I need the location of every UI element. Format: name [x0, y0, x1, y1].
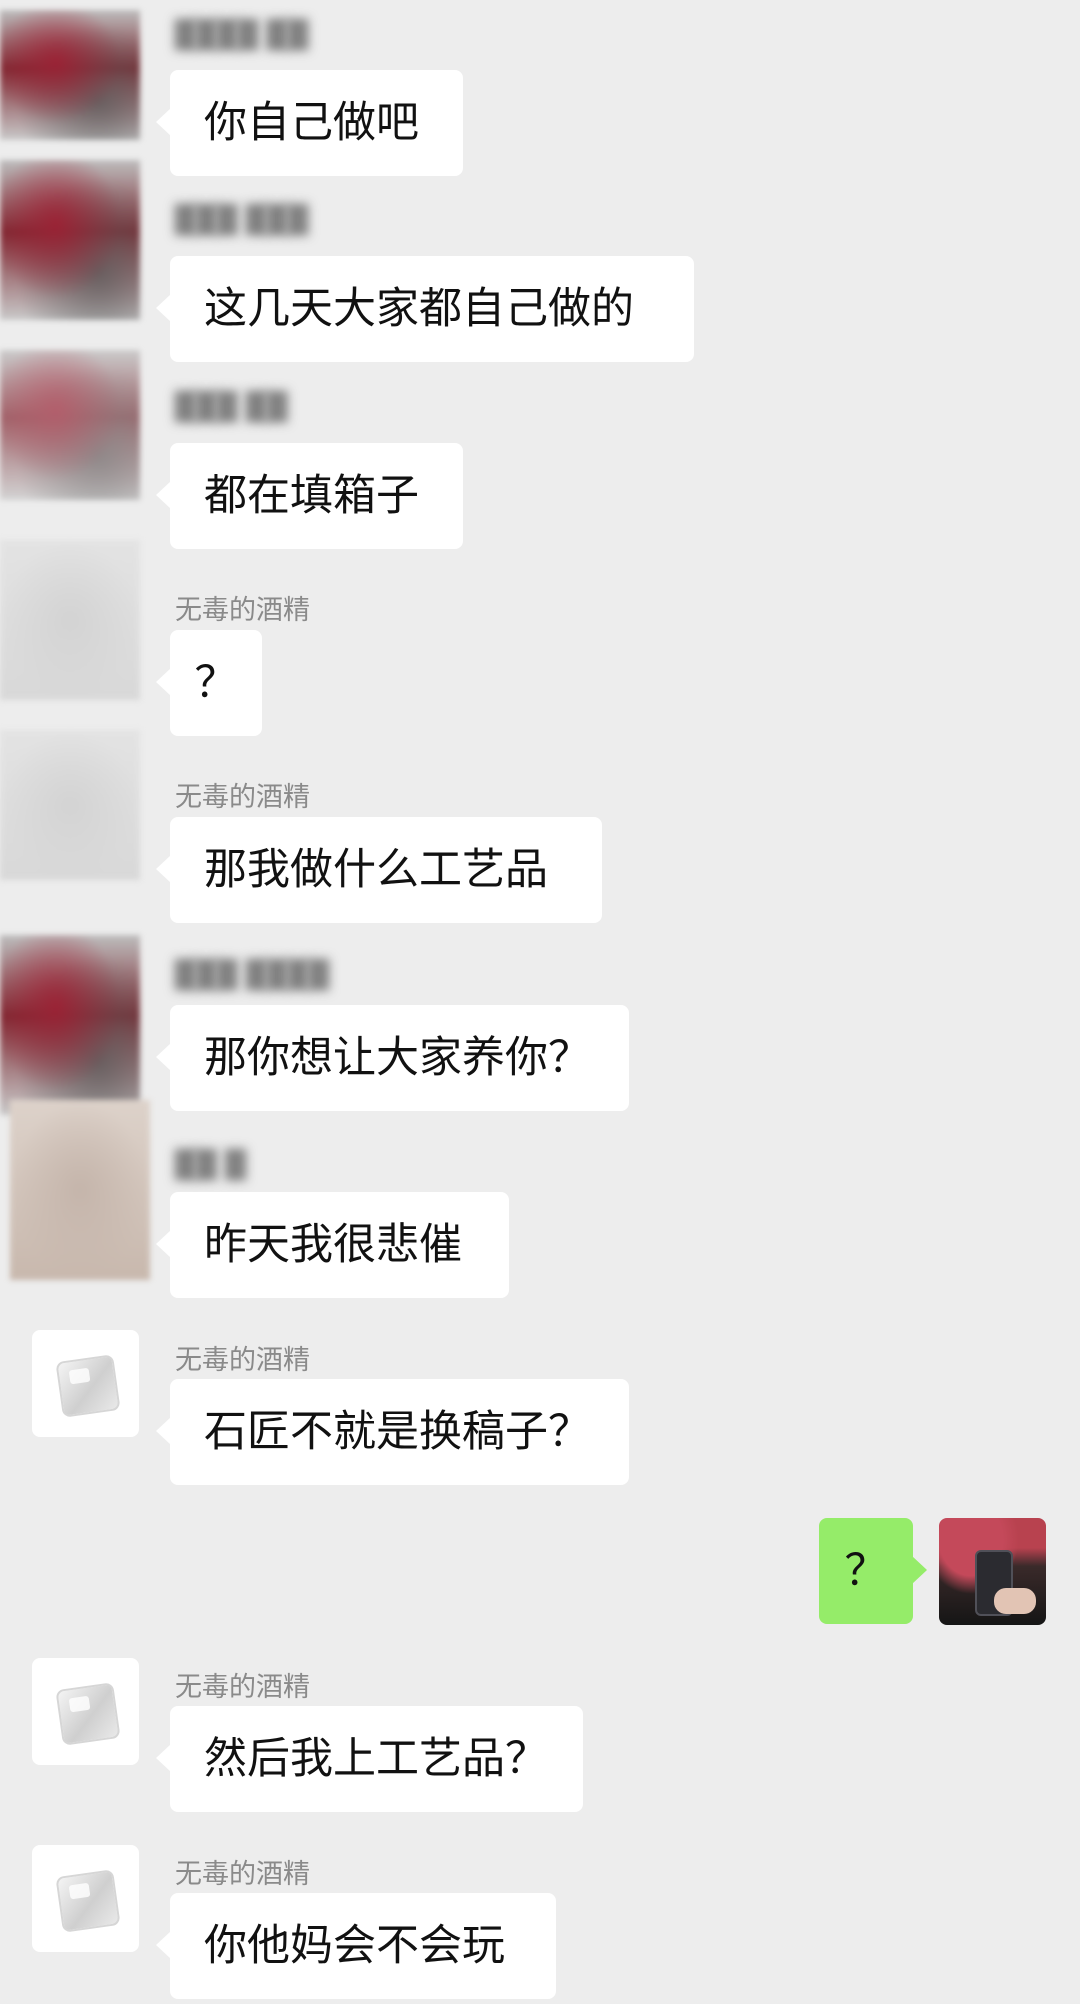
message-bubble[interactable]: 你他妈会不会玩	[156, 1893, 556, 1999]
message-bubble[interactable]: 然后我上工艺品？	[156, 1706, 583, 1812]
message-bubble[interactable]: 这几天大家都自己做的	[156, 256, 694, 362]
sender-name: ████ ██	[175, 20, 309, 51]
message-bubble[interactable]: 都在填箱子	[156, 443, 463, 549]
message-bubble[interactable]: ？	[819, 1518, 927, 1624]
sender-name: 无毒的酒精	[175, 595, 310, 626]
sender-name: ██ █	[175, 1150, 246, 1181]
sender-name: ███ ██	[175, 392, 288, 423]
message-bubble[interactable]: 昨天我很悲催	[156, 1192, 509, 1298]
sender-name: 无毒的酒精	[175, 1859, 310, 1890]
message-bubble[interactable]: 你自己做吧	[156, 70, 463, 176]
message-bubble[interactable]: ？	[156, 630, 262, 736]
avatar[interactable]	[939, 1518, 1046, 1625]
hand-icon	[994, 1588, 1036, 1614]
sender-name: ███ ████	[175, 960, 329, 991]
avatar[interactable]	[0, 730, 140, 880]
avatar[interactable]	[0, 10, 140, 140]
avatar[interactable]	[10, 1100, 150, 1280]
avatar[interactable]	[32, 1330, 139, 1437]
sender-name: 无毒的酒精	[175, 1672, 310, 1703]
message-bubble[interactable]: 石匠不就是换稿子？	[156, 1379, 629, 1485]
avatar[interactable]	[0, 540, 140, 700]
ice-cube-icon	[55, 1869, 121, 1933]
message-bubble[interactable]: 那我做什么工艺品	[156, 817, 602, 923]
avatar[interactable]	[0, 350, 140, 500]
avatar[interactable]	[0, 160, 140, 320]
avatar[interactable]	[0, 935, 140, 1115]
ice-cube-icon	[55, 1354, 121, 1418]
sender-name: 无毒的酒精	[175, 782, 310, 813]
ice-cube-icon	[55, 1682, 121, 1746]
message-bubble[interactable]: 那你想让大家养你？	[156, 1005, 629, 1111]
avatar[interactable]	[32, 1845, 139, 1952]
sender-name: 无毒的酒精	[175, 1345, 310, 1376]
avatar[interactable]	[32, 1658, 139, 1765]
sender-name: ███ ███	[175, 205, 309, 236]
